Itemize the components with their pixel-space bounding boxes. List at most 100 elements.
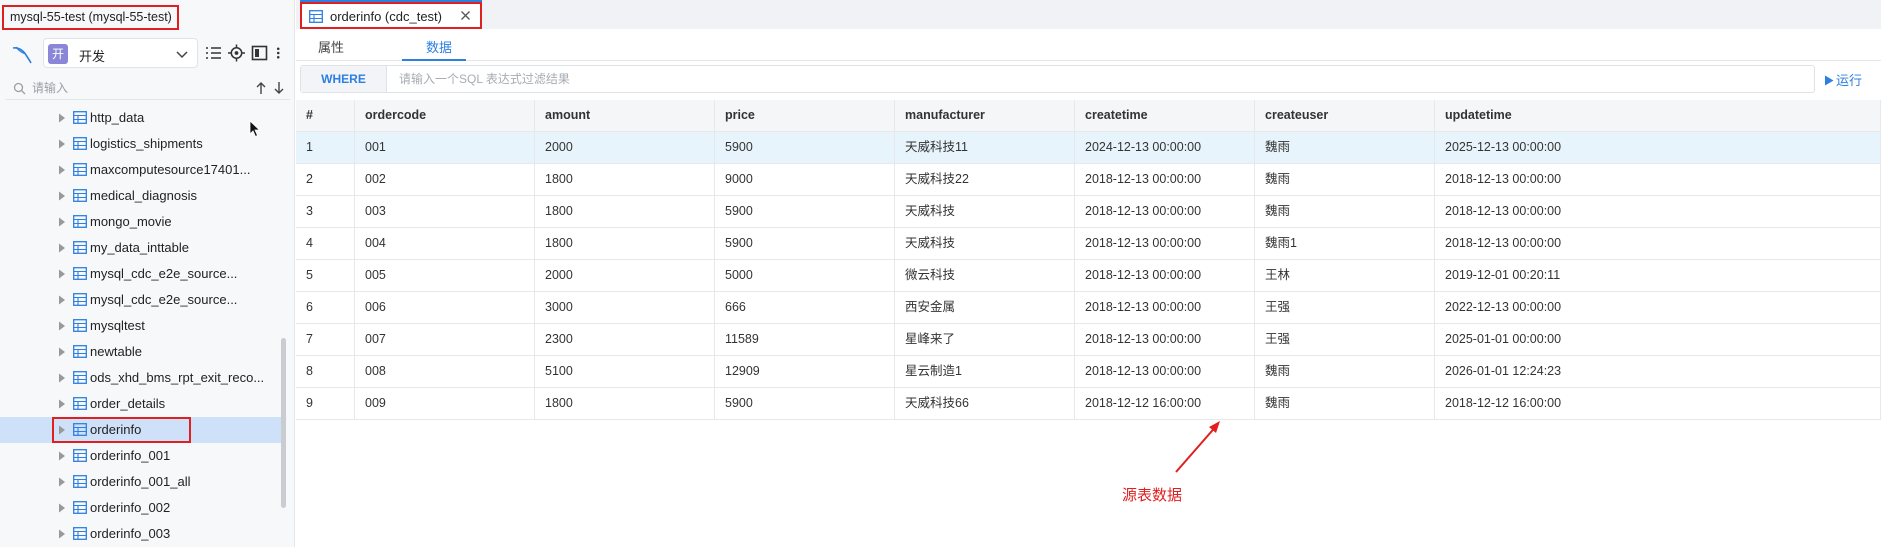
table-cell[interactable]: 天威科技22 bbox=[895, 164, 1075, 196]
table-cell[interactable]: 魏雨 bbox=[1255, 164, 1435, 196]
column-header[interactable]: # bbox=[296, 100, 355, 132]
tree-item[interactable]: orderinfo_003 bbox=[0, 521, 283, 547]
table-cell[interactable]: 5000 bbox=[715, 260, 895, 292]
column-header[interactable]: ordercode bbox=[355, 100, 535, 132]
table-cell[interactable]: 2018-12-13 00:00:00 bbox=[1435, 196, 1881, 228]
table-cell[interactable]: 2018-12-13 00:00:00 bbox=[1075, 260, 1255, 292]
table-cell[interactable]: 5900 bbox=[715, 388, 895, 420]
table-cell[interactable]: 5100 bbox=[535, 356, 715, 388]
column-header[interactable]: createuser bbox=[1255, 100, 1435, 132]
table-cell[interactable]: 2022-12-13 00:00:00 bbox=[1435, 292, 1881, 324]
expand-arrow-icon[interactable] bbox=[58, 295, 66, 305]
close-icon[interactable] bbox=[460, 10, 471, 21]
table-cell[interactable]: 005 bbox=[355, 260, 535, 292]
table-cell[interactable]: 魏雨 bbox=[1255, 356, 1435, 388]
expand-arrow-icon[interactable] bbox=[58, 243, 66, 253]
table-cell[interactable]: 2018-12-13 00:00:00 bbox=[1435, 164, 1881, 196]
tab-data[interactable]: 数据 bbox=[426, 37, 452, 56]
table-cell[interactable]: 魏雨 bbox=[1255, 388, 1435, 420]
table-cell[interactable]: 2000 bbox=[535, 132, 715, 164]
table-cell[interactable]: 2025-12-13 00:00:00 bbox=[1435, 132, 1881, 164]
table-cell[interactable]: 001 bbox=[355, 132, 535, 164]
table-cell[interactable]: 魏雨 bbox=[1255, 196, 1435, 228]
tree-item[interactable]: newtable bbox=[0, 339, 283, 365]
table-cell[interactable]: 2018-12-13 00:00:00 bbox=[1075, 356, 1255, 388]
expand-arrow-icon[interactable] bbox=[58, 529, 66, 539]
table-cell[interactable]: 666 bbox=[715, 292, 895, 324]
table-cell[interactable]: 天威科技 bbox=[895, 228, 1075, 260]
expand-arrow-icon[interactable] bbox=[58, 477, 66, 487]
table-row[interactable]: 8 008 5100 12909 星云制造1 2018-12-13 00:00:00 魏雨 2… bbox=[296, 356, 1881, 388]
table-cell[interactable]: 西安金属 bbox=[895, 292, 1075, 324]
table-cell[interactable]: 002 bbox=[355, 164, 535, 196]
expand-arrow-icon[interactable] bbox=[58, 269, 66, 279]
tree-item[interactable]: mysql_cdc_e2e_source... bbox=[0, 261, 283, 287]
table-cell[interactable]: 2018-12-13 00:00:00 bbox=[1075, 292, 1255, 324]
table-row[interactable]: 3 003 1800 5900 天威科技 2018-12-13 00:00:00 魏雨 201… bbox=[296, 196, 1881, 228]
table-cell[interactable]: 魏雨 bbox=[1255, 132, 1435, 164]
table-cell[interactable]: 11589 bbox=[715, 324, 895, 356]
column-header[interactable]: price bbox=[715, 100, 895, 132]
table-cell[interactable]: 1800 bbox=[535, 228, 715, 260]
where-button[interactable]: WHERE bbox=[301, 66, 387, 92]
table-cell[interactable]: 魏雨1 bbox=[1255, 228, 1435, 260]
expand-arrow-icon[interactable] bbox=[58, 139, 66, 149]
table-cell[interactable]: 7 bbox=[296, 324, 355, 356]
panel-layout-icon[interactable] bbox=[251, 44, 268, 62]
table-cell[interactable]: 2018-12-13 00:00:00 bbox=[1075, 196, 1255, 228]
table-cell[interactable]: 2 bbox=[296, 164, 355, 196]
expand-arrow-icon[interactable] bbox=[58, 347, 66, 357]
expand-arrow-icon[interactable] bbox=[58, 165, 66, 175]
table-cell[interactable]: 5900 bbox=[715, 196, 895, 228]
tree-item[interactable]: orderinfo bbox=[0, 417, 283, 443]
table-cell[interactable]: 天威科技 bbox=[895, 196, 1075, 228]
arrow-down-icon[interactable] bbox=[273, 81, 285, 95]
table-cell[interactable]: 9 bbox=[296, 388, 355, 420]
tree-item[interactable]: medical_diagnosis bbox=[0, 183, 283, 209]
table-cell[interactable]: 006 bbox=[355, 292, 535, 324]
tree-item[interactable]: mongo_movie bbox=[0, 209, 283, 235]
table-cell[interactable]: 4 bbox=[296, 228, 355, 260]
table-cell[interactable]: 2018-12-13 00:00:00 bbox=[1075, 164, 1255, 196]
table-cell[interactable]: 星峰来了 bbox=[895, 324, 1075, 356]
table-cell[interactable]: 5900 bbox=[715, 132, 895, 164]
table-row[interactable]: 1 001 2000 5900 天威科技11 2024-12-13 00:00:00 魏雨 2… bbox=[296, 132, 1881, 164]
table-cell[interactable]: 1800 bbox=[535, 164, 715, 196]
column-header[interactable]: manufacturer bbox=[895, 100, 1075, 132]
table-cell[interactable]: 2018-12-13 00:00:00 bbox=[1075, 324, 1255, 356]
table-cell[interactable]: 2025-01-01 00:00:00 bbox=[1435, 324, 1881, 356]
table-cell[interactable]: 008 bbox=[355, 356, 535, 388]
table-row[interactable]: 5 005 2000 5000 微云科技 2018-12-13 00:00:00 王林 201… bbox=[296, 260, 1881, 292]
table-cell[interactable]: 1800 bbox=[535, 196, 715, 228]
tree-item[interactable]: mysqltest bbox=[0, 313, 283, 339]
filter-input[interactable] bbox=[399, 69, 1799, 89]
environment-select[interactable]: 开 开发 bbox=[43, 38, 198, 68]
table-cell[interactable]: 2018-12-13 00:00:00 bbox=[1075, 228, 1255, 260]
table-row[interactable]: 6 006 3000 666 西安金属 2018-12-13 00:00:00 王强 2022… bbox=[296, 292, 1881, 324]
table-cell[interactable]: 2018-12-12 16:00:00 bbox=[1435, 388, 1881, 420]
table-cell[interactable]: 9000 bbox=[715, 164, 895, 196]
search-input[interactable] bbox=[32, 78, 232, 98]
tree-item[interactable]: order_details bbox=[0, 391, 283, 417]
arrow-up-icon[interactable] bbox=[255, 81, 267, 95]
table-cell[interactable]: 8 bbox=[296, 356, 355, 388]
table-cell[interactable]: 004 bbox=[355, 228, 535, 260]
expand-arrow-icon[interactable] bbox=[58, 217, 66, 227]
table-row[interactable]: 9 009 1800 5900 天威科技66 2018-12-12 16:00:00 魏雨 2… bbox=[296, 388, 1881, 420]
table-cell[interactable]: 2024-12-13 00:00:00 bbox=[1075, 132, 1255, 164]
expand-arrow-icon[interactable] bbox=[58, 399, 66, 409]
tree-item[interactable]: logistics_shipments bbox=[0, 131, 283, 157]
column-header[interactable]: createtime bbox=[1075, 100, 1255, 132]
table-cell[interactable]: 2000 bbox=[535, 260, 715, 292]
table-cell[interactable]: 3000 bbox=[535, 292, 715, 324]
expand-arrow-icon[interactable] bbox=[58, 191, 66, 201]
tree-item[interactable]: ods_xhd_bms_rpt_exit_reco... bbox=[0, 365, 283, 391]
expand-arrow-icon[interactable] bbox=[58, 451, 66, 461]
table-cell[interactable]: 2018-12-12 16:00:00 bbox=[1075, 388, 1255, 420]
table-cell[interactable]: 003 bbox=[355, 196, 535, 228]
table-cell[interactable]: 5900 bbox=[715, 228, 895, 260]
tab-properties[interactable]: 属性 bbox=[318, 37, 344, 56]
table-cell[interactable]: 007 bbox=[355, 324, 535, 356]
table-cell[interactable]: 6 bbox=[296, 292, 355, 324]
table-cell[interactable]: 王强 bbox=[1255, 292, 1435, 324]
